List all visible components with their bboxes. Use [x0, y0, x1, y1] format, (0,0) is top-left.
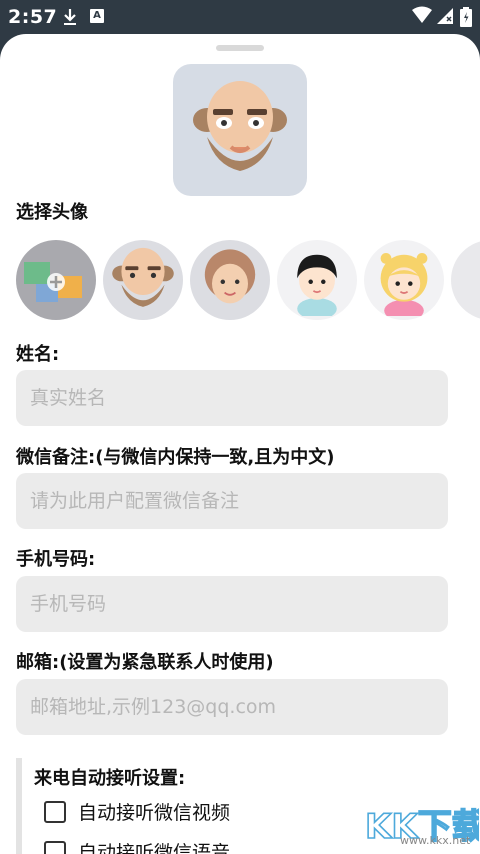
phone-input[interactable]: 手机号码 — [16, 576, 448, 632]
auto-answer-voice-option[interactable]: 自动接听微信语音 — [44, 838, 230, 854]
boy-avatar-icon — [297, 254, 337, 316]
avatar-option-curly-woman[interactable] — [190, 240, 270, 320]
auto-answer-title: 来电自动接听设置: — [34, 768, 186, 789]
girl-avatar-icon — [380, 253, 428, 316]
avatar-option-bald-man[interactable] — [103, 240, 183, 320]
wechat-remark-input[interactable]: 请为此用户配置微信备注 — [16, 473, 448, 529]
battery-icon — [460, 7, 472, 31]
phone-label: 手机号码: — [16, 549, 96, 570]
avatar-option-more[interactable] — [451, 240, 480, 320]
name-input[interactable]: 真实姓名 — [16, 370, 448, 426]
status-time: 2:57 — [8, 6, 58, 28]
email-label: 邮箱:(设置为紧急联系人时使用) — [16, 652, 274, 673]
bald-man-avatar-icon — [112, 247, 174, 307]
name-label: 姓名: — [16, 344, 60, 365]
download-icon — [62, 7, 78, 31]
auto-answer-video-option[interactable]: 自动接听微信视频 — [44, 798, 230, 825]
selected-avatar-preview — [173, 64, 307, 196]
avatar-options-row[interactable] — [16, 240, 480, 320]
signal-icon — [436, 7, 454, 29]
avatar-option-boy[interactable] — [277, 240, 357, 320]
auto-answer-voice-label: 自动接听微信语音 — [78, 842, 231, 854]
bald-man-avatar-icon — [193, 81, 287, 171]
curly-woman-avatar-icon — [204, 249, 256, 304]
auto-answer-voice-checkbox[interactable] — [44, 840, 66, 854]
watermark-url: www.kkx.net — [400, 834, 471, 847]
email-input[interactable]: 邮箱地址,示例123@qq.com — [16, 679, 448, 735]
wechat-remark-label: 微信备注:(与微信内保持一致,且为中文) — [16, 447, 335, 468]
auto-answer-video-checkbox[interactable] — [44, 800, 66, 823]
a-badge-icon: A — [90, 9, 104, 23]
avatar-section-label: 选择头像 — [16, 202, 88, 223]
avatar-option-girl[interactable] — [364, 240, 444, 320]
avatar-option-custom-photo[interactable] — [16, 240, 96, 320]
drag-handle[interactable] — [216, 45, 264, 51]
add-photo-icon — [24, 262, 82, 302]
wifi-icon — [412, 6, 432, 28]
auto-answer-video-label: 自动接听微信视频 — [78, 802, 231, 824]
status-bar: 2:57 A — [0, 0, 480, 34]
